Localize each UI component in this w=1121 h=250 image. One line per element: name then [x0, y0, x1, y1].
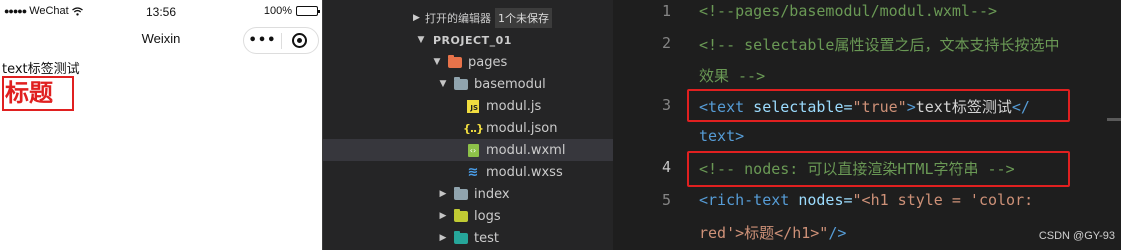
project-header[interactable]: ▼ PROJECT_01 [323, 29, 613, 51]
scrollbar-marker[interactable] [1107, 118, 1121, 121]
open-editors-label: 打开的编辑器 [425, 12, 491, 25]
test-folder-icon [453, 230, 469, 245]
tree-item-label: logs [474, 208, 501, 224]
highlight-box-nodes-comment [687, 151, 1070, 187]
line-number: 5 [661, 191, 671, 209]
more-button[interactable]: ••• [244, 33, 281, 48]
wechat-navbar: Weixin ••• [0, 22, 322, 56]
code-line-1: <!--pages/basemodul/modul.wxml--> [699, 2, 998, 20]
open-editors-header[interactable]: ▶ 打开的编辑器 1个未保存 [413, 8, 552, 28]
chevron-right-icon: ▶ [413, 13, 420, 23]
target-icon [292, 33, 308, 48]
tree-item-modul-wxss[interactable]: ≋ modul.wxss [323, 161, 613, 183]
logs-folder-icon [453, 208, 469, 223]
tree-item-label: index [474, 186, 510, 202]
tree-item-label: basemodul [474, 76, 546, 92]
tree-item-modul-js[interactable]: JS modul.js [323, 95, 613, 117]
code-editor[interactable]: 1 2 3 4 5 <!--pages/basemodul/modul.wxml… [613, 0, 1121, 250]
tree-item-label: modul.js [486, 98, 542, 114]
status-bar: ●●●●● WeChat 13:56 100% [0, 0, 322, 22]
battery-percent: 100% [263, 5, 292, 17]
tree-item-modul-wxml[interactable]: ‹› modul.wxml [323, 139, 613, 161]
json-file-icon: {..} [462, 121, 484, 135]
code-line-2-wrap: 效果 --> [699, 67, 766, 85]
code-line-5: <rich-text nodes="<h1 style = 'color: [699, 191, 1034, 209]
line-number: 3 [661, 96, 671, 114]
chevron-right-icon: ▶ [439, 233, 447, 243]
rich-text-heading: 标题 [2, 76, 74, 111]
tree-item-modul-json[interactable]: {..} modul.json [323, 117, 613, 139]
chevron-down-icon: ▼ [433, 57, 441, 67]
chevron-down-icon: ▼ [417, 35, 425, 45]
tree-item-label: test [474, 230, 499, 246]
tree-item-label: modul.json [486, 120, 558, 136]
project-label: PROJECT_01 [433, 33, 512, 47]
unsaved-badge: 1个未保存 [495, 8, 552, 28]
js-file-icon: JS [465, 99, 481, 113]
tree-item-index[interactable]: ▶ index [323, 183, 613, 205]
simulator-panel: ●●●●● WeChat 13:56 100% Weixin ••• text标… [0, 0, 322, 250]
code-line-2: <!-- selectable属性设置之后，文本支持长按选中 [699, 36, 1060, 54]
folder-icon [453, 186, 469, 201]
code-line-3-wrap: text> [699, 127, 745, 145]
tree-item-label: pages [468, 54, 508, 70]
chevron-right-icon: ▶ [439, 189, 447, 199]
tree-item-label: modul.wxml [486, 142, 566, 158]
folder-open-icon [453, 76, 469, 91]
watermark: CSDN @GY-93 [1038, 230, 1115, 242]
line-number: 1 [661, 2, 671, 20]
highlight-box-text-tag [687, 89, 1070, 122]
wxml-file-icon: ‹› [465, 143, 481, 157]
line-number-active: 4 [661, 158, 671, 176]
tree-item-logs[interactable]: ▶ logs [323, 205, 613, 227]
chevron-down-icon: ▼ [439, 79, 447, 89]
selectable-text[interactable]: text标签测试 [2, 58, 80, 77]
tree-item-basemodul[interactable]: ▼ basemodul [323, 73, 613, 95]
battery-icon [296, 6, 320, 16]
line-number: 2 [661, 34, 671, 52]
tree-item-test[interactable]: ▶ test [323, 227, 613, 249]
chevron-right-icon: ▶ [439, 211, 447, 221]
menu-capsule: ••• [243, 27, 319, 54]
close-miniprogram-button[interactable] [282, 33, 318, 48]
file-explorer: ▶ 打开的编辑器 1个未保存 ▼ PROJECT_01 ▼ pages ▼ ba… [323, 0, 613, 250]
wxss-file-icon: ≋ [467, 164, 479, 180]
code-line-5-wrap: red'>标题</h1>"/> [699, 224, 847, 242]
tree-item-label: modul.wxss [486, 164, 563, 180]
pages-folder-icon [447, 54, 463, 69]
tree-item-pages[interactable]: ▼ pages [323, 51, 613, 73]
